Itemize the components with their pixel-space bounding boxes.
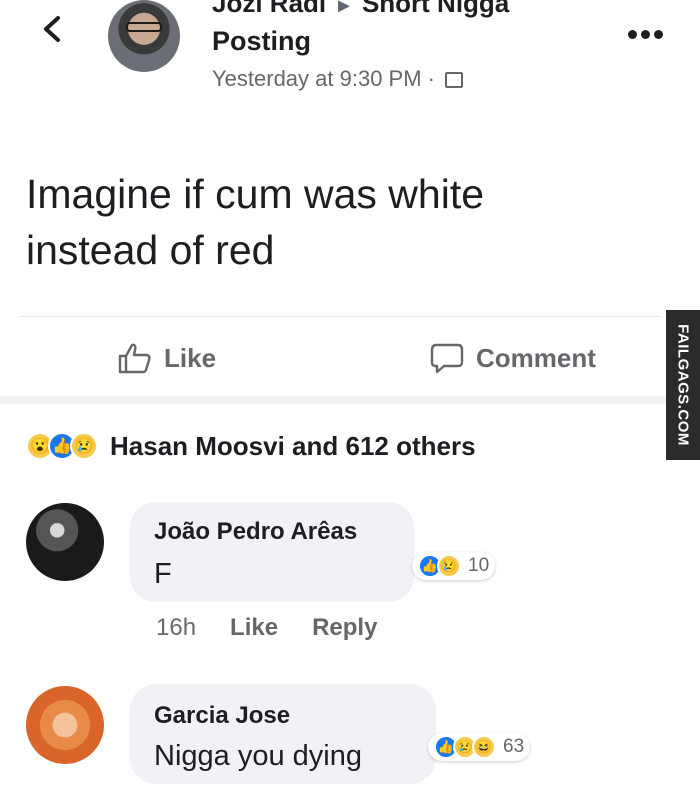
- sad-icon: 😢: [70, 432, 98, 460]
- thumbs-up-icon: [118, 343, 151, 374]
- comment-author[interactable]: João Pedro Arêas: [154, 518, 357, 546]
- haha-icon: 😆: [472, 735, 496, 759]
- author-avatar[interactable]: [108, 0, 180, 72]
- sad-icon: 😢: [437, 554, 461, 578]
- comment-meta: 16h Like Reply: [156, 614, 411, 642]
- back-arrow-icon[interactable]: [38, 14, 68, 44]
- section-divider: [0, 396, 666, 404]
- like-label: Like: [164, 342, 217, 373]
- comment-time[interactable]: 16h: [156, 614, 196, 642]
- comment-reactions[interactable]: 👍 😢 😆 63: [428, 733, 531, 761]
- post-text-line-1: Imagine if cum was white: [26, 171, 485, 217]
- group-name[interactable]: Short Nigga: [362, 0, 509, 18]
- commenter-avatar[interactable]: [26, 686, 104, 764]
- comment-author[interactable]: Garcia Jose: [154, 702, 290, 730]
- post-text: Imagine if cum was white instead of red: [26, 166, 646, 278]
- comment-bubble[interactable]: [130, 502, 414, 602]
- comment-text: Nigga you dying: [154, 740, 362, 772]
- arrow-right-icon: ►: [334, 0, 354, 17]
- reactions-text: Hasan Moosvi and 612 others: [110, 430, 476, 461]
- author-name[interactable]: Jozi Radi: [212, 0, 326, 18]
- glasses-detail: [126, 22, 162, 32]
- divider: [20, 316, 660, 317]
- reactions-summary[interactable]: 😮 👍 😢 Hasan Moosvi and 612 others: [26, 428, 476, 464]
- comment-reply-link[interactable]: Reply: [312, 614, 377, 642]
- comment-like-link[interactable]: Like: [230, 614, 278, 642]
- comment-label: Comment: [476, 342, 596, 373]
- comment-text: F: [154, 558, 172, 590]
- reaction-count: 63: [503, 736, 525, 757]
- post-author-group-line[interactable]: Jozi Radi ► Short Nigga: [212, 0, 509, 19]
- timestamp-text: Yesterday at 9:30 PM ·: [212, 66, 435, 91]
- commenter-avatar[interactable]: [26, 503, 104, 581]
- comment-button[interactable]: Comment: [430, 336, 596, 380]
- reaction-count: 10: [468, 555, 490, 576]
- post-timestamp[interactable]: Yesterday at 9:30 PM ·: [212, 66, 464, 92]
- comment-reactions[interactable]: 👍 😢 10: [412, 552, 496, 580]
- post-subtitle: Posting: [212, 26, 311, 56]
- audience-icon: [445, 72, 464, 88]
- comment-icon: [430, 343, 464, 374]
- post-text-line-2: instead of red: [26, 227, 275, 273]
- watermark: FAILGAGS.COM: [666, 310, 700, 460]
- more-options-icon[interactable]: [628, 26, 667, 44]
- like-button[interactable]: Like: [118, 336, 216, 380]
